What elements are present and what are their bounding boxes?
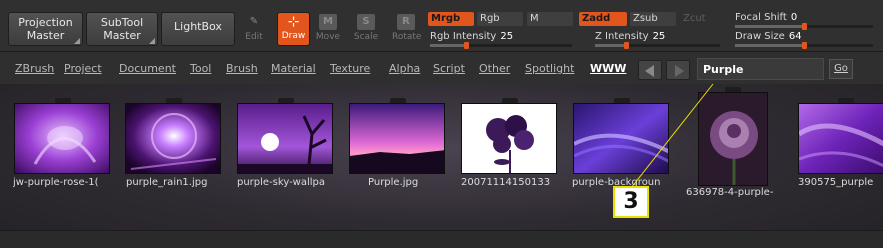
draw-size-label: Draw Size	[735, 31, 785, 42]
z-intensity-knob[interactable]	[624, 42, 630, 49]
draw-size-track[interactable]	[735, 42, 873, 49]
corner-menu-icon	[74, 38, 80, 44]
thumbnail-caption: purple-sky-wallpa	[237, 177, 326, 188]
focal-shift-label: Focal Shift	[735, 12, 787, 23]
menu-material[interactable]: Material	[271, 62, 316, 75]
rgb-intensity-fill	[430, 44, 466, 47]
search-input[interactable]	[697, 58, 824, 80]
projection-master-label-2: Master	[26, 29, 65, 42]
focal-shift-knob[interactable]	[802, 23, 807, 30]
mrgb-toggle[interactable]: Mrgb	[428, 12, 474, 26]
menu-script[interactable]: Script	[433, 62, 465, 75]
thumbnail-image[interactable]	[237, 103, 333, 174]
thumbnail-caption: 636978-4-purple-	[686, 187, 774, 198]
draw-label: Draw	[281, 31, 306, 41]
menu-tool[interactable]: Tool	[190, 62, 211, 75]
z-intensity-fill	[595, 44, 627, 47]
focal-shift-value: 0	[790, 12, 798, 23]
lightbox-button[interactable]: LightBox	[161, 12, 235, 46]
rgb-intensity-label: Rgb Intensity	[430, 31, 497, 42]
rgb-intensity-slider[interactable]: Rgb Intensity 25	[430, 30, 513, 43]
z-intensity-label: Z Intensity	[595, 31, 649, 42]
thumbnail-image[interactable]	[798, 103, 883, 174]
move-icon: M	[319, 14, 337, 30]
back-button[interactable]	[638, 60, 662, 80]
scale-icon: S	[357, 14, 375, 30]
thumbnail-image[interactable]	[698, 92, 768, 186]
zsub-toggle[interactable]: Zsub	[630, 12, 676, 26]
menu-brush[interactable]: Brush	[226, 62, 258, 75]
rotate-label: Rotate	[392, 32, 422, 42]
draw-size-knob[interactable]	[802, 42, 807, 49]
forward-button[interactable]	[666, 60, 690, 80]
menu-document[interactable]: Document	[119, 62, 176, 75]
thumbnail-caption: jw-purple-rose-1(	[13, 177, 99, 188]
rgb-intensity-value: 25	[500, 31, 514, 42]
edit-icon: ✎	[249, 16, 259, 27]
top-toolbar: Projection Master SubTool Master LightBo…	[0, 0, 883, 52]
move-tool-button[interactable]: M Move	[314, 14, 342, 46]
projection-master-button[interactable]: Projection Master	[8, 12, 83, 46]
edit-label: Edit	[245, 32, 263, 42]
thumbnail-image[interactable]	[573, 103, 669, 174]
thumbnail-image[interactable]	[349, 103, 445, 174]
arrow-left-icon	[645, 65, 654, 77]
rotate-tool-button[interactable]: R Rotate	[392, 14, 422, 46]
rgb-toggle[interactable]: Rgb	[477, 12, 523, 26]
rgb-intensity-track[interactable]	[430, 42, 572, 49]
menu-project[interactable]: Project	[64, 62, 102, 75]
corner-menu-icon	[149, 38, 155, 44]
menu-spotlight[interactable]: Spotlight	[525, 62, 574, 75]
draw-icon: ⊹	[287, 14, 300, 30]
thumbnail-caption: Purple.jpg	[368, 177, 419, 188]
menu-www[interactable]: WWW	[590, 62, 626, 75]
z-intensity-slider[interactable]: Z Intensity 25	[595, 30, 665, 43]
thumbnail-caption: 390575_purple	[798, 177, 874, 188]
thumbnail-caption: purple_rain1.jpg	[126, 177, 208, 188]
m-toggle[interactable]: M	[527, 12, 573, 26]
zbrush-window: Projection Master SubTool Master LightBo…	[0, 0, 883, 248]
draw-size-value: 64	[788, 31, 802, 42]
rotate-icon: R	[397, 14, 415, 30]
subtool-master-label-1: SubTool	[100, 16, 144, 29]
move-label: Move	[315, 32, 341, 42]
thumbnail-image[interactable]	[14, 103, 110, 174]
subtool-master-label-2: Master	[103, 29, 141, 42]
scale-label: Scale	[353, 32, 379, 42]
callout-number-badge: 3	[613, 186, 649, 218]
draw-tool-button[interactable]: ⊹ Draw	[277, 12, 310, 46]
rgb-intensity-knob[interactable]	[463, 42, 469, 49]
draw-size-fill	[735, 44, 804, 47]
image-gallery: jw-purple-rose-1( purple_rain1.jpg purpl…	[0, 84, 883, 248]
go-button[interactable]: Go	[829, 59, 853, 79]
z-intensity-track[interactable]	[595, 42, 720, 49]
projection-master-label-1: Projection	[18, 16, 73, 29]
subtool-master-button[interactable]: SubTool Master	[86, 12, 158, 46]
lightbox-label: LightBox	[174, 20, 222, 33]
focal-shift-slider[interactable]: Focal Shift 0	[735, 11, 797, 24]
menu-zbrush[interactable]: ZBrush	[15, 62, 54, 75]
z-intensity-value: 25	[652, 31, 666, 42]
arrow-right-icon	[675, 65, 684, 77]
zadd-toggle[interactable]: Zadd	[579, 12, 627, 26]
scale-tool-button[interactable]: S Scale	[352, 14, 380, 46]
draw-size-slider[interactable]: Draw Size 64	[735, 30, 802, 43]
thumbnail-image[interactable]	[461, 103, 557, 174]
thumbnail-image[interactable]	[125, 103, 221, 174]
focal-shift-fill	[735, 25, 804, 28]
thumbnail-caption: 20071114150133	[461, 177, 551, 188]
menu-texture[interactable]: Texture	[330, 62, 370, 75]
zcut-toggle[interactable]: Zcut	[680, 12, 720, 26]
bottom-status-strip	[0, 230, 883, 248]
menu-alpha[interactable]: Alpha	[389, 62, 420, 75]
menu-other[interactable]: Other	[479, 62, 510, 75]
edit-tool-button[interactable]: ✎ Edit	[240, 14, 268, 46]
focal-shift-track[interactable]	[735, 23, 873, 30]
